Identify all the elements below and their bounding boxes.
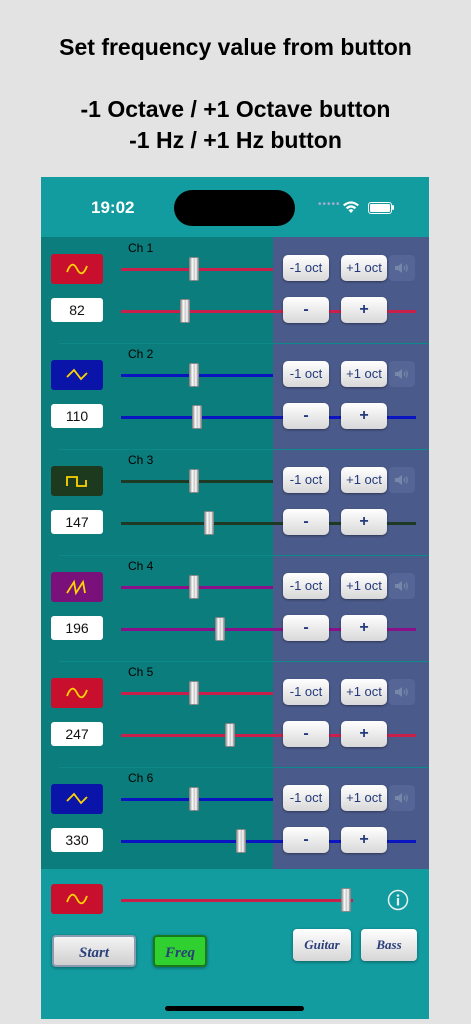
square-wave-icon bbox=[66, 476, 87, 487]
triangle-wave-icon bbox=[66, 792, 88, 805]
speaker-icon[interactable] bbox=[389, 255, 415, 281]
wave-select-button[interactable] bbox=[51, 784, 103, 814]
plus-octave-button[interactable]: +1 oct bbox=[341, 467, 387, 493]
wifi-icon bbox=[343, 201, 359, 213]
wave-select-button[interactable] bbox=[51, 678, 103, 708]
plus-octave-button[interactable]: +1 oct bbox=[341, 679, 387, 705]
minus-hz-button[interactable]: - bbox=[283, 297, 329, 323]
minus-octave-button[interactable]: -1 oct bbox=[283, 679, 329, 705]
plus-octave-button[interactable]: +1 oct bbox=[341, 785, 387, 811]
triangle-wave-icon bbox=[66, 368, 88, 381]
signal-dots-icon: ••••• bbox=[318, 199, 341, 210]
channel-row: Ch 3 147 -1 oct +1 oct - + bbox=[41, 449, 429, 555]
frequency-slider-thumb[interactable] bbox=[236, 829, 247, 853]
caption-octave: -1 Octave / +1 Octave button bbox=[80, 96, 391, 122]
bottom-bar: Start Freq Guitar Bass bbox=[41, 869, 429, 1019]
speaker-icon[interactable] bbox=[389, 679, 415, 705]
plus-hz-button[interactable]: + bbox=[341, 297, 387, 323]
plus-hz-button[interactable]: + bbox=[341, 615, 387, 641]
channel-label: Ch 5 bbox=[128, 665, 154, 679]
channel-row: Ch 4 196 -1 oct +1 oct - + bbox=[41, 555, 429, 661]
volume-slider-thumb[interactable] bbox=[188, 681, 199, 705]
sawtooth-wave-icon bbox=[66, 579, 86, 596]
minus-hz-button[interactable]: - bbox=[283, 615, 329, 641]
battery-icon bbox=[368, 202, 392, 214]
minus-hz-button[interactable]: - bbox=[283, 509, 329, 535]
home-indicator bbox=[165, 1006, 304, 1011]
freq-button[interactable]: Freq bbox=[153, 935, 207, 967]
channel-divider bbox=[59, 343, 429, 344]
speaker-icon[interactable] bbox=[389, 467, 415, 493]
frequency-slider-thumb[interactable] bbox=[214, 617, 225, 641]
frequency-field[interactable]: 247 bbox=[51, 722, 103, 746]
frequency-slider-thumb[interactable] bbox=[179, 299, 190, 323]
status-time: 19:02 bbox=[91, 198, 135, 217]
frequency-slider-thumb[interactable] bbox=[225, 723, 236, 747]
plus-hz-button[interactable]: + bbox=[341, 509, 387, 535]
channel-divider bbox=[59, 767, 429, 768]
plus-hz-button[interactable]: + bbox=[341, 403, 387, 429]
frequency-slider-thumb[interactable] bbox=[192, 405, 202, 429]
minus-octave-button[interactable]: -1 oct bbox=[283, 467, 329, 493]
frequency-field[interactable]: 147 bbox=[51, 510, 103, 534]
volume-slider-thumb[interactable] bbox=[188, 363, 199, 387]
wave-select-button[interactable] bbox=[51, 466, 103, 496]
wave-select-button[interactable] bbox=[51, 254, 103, 284]
sine-wave-icon bbox=[66, 893, 88, 905]
plus-hz-button[interactable]: + bbox=[341, 827, 387, 853]
frequency-field[interactable]: 82 bbox=[51, 298, 103, 322]
frequency-field[interactable]: 330 bbox=[51, 828, 103, 852]
minus-octave-button[interactable]: -1 oct bbox=[283, 255, 329, 281]
guitar-button[interactable]: Guitar bbox=[293, 929, 351, 961]
status-bar: 19:02 ••••• bbox=[41, 177, 429, 237]
master-slider-thumb[interactable] bbox=[341, 888, 352, 912]
volume-slider-thumb[interactable] bbox=[188, 787, 199, 811]
sine-wave-icon bbox=[66, 263, 88, 275]
wave-select-button[interactable] bbox=[51, 360, 103, 390]
master-slider-track[interactable] bbox=[121, 899, 353, 902]
minus-octave-button[interactable]: -1 oct bbox=[283, 785, 329, 811]
sine-wave-icon bbox=[66, 687, 88, 699]
bass-button[interactable]: Bass bbox=[361, 929, 417, 961]
speaker-icon[interactable] bbox=[389, 785, 415, 811]
minus-octave-button[interactable]: -1 oct bbox=[283, 361, 329, 387]
caption-hz: -1 Hz / +1 Hz button bbox=[129, 127, 342, 153]
battery-tip bbox=[392, 205, 394, 210]
volume-slider-thumb[interactable] bbox=[188, 257, 199, 281]
channel-divider bbox=[59, 555, 429, 556]
caption-title: Set frequency value from button bbox=[59, 34, 412, 60]
minus-hz-button[interactable]: - bbox=[283, 403, 329, 429]
wave-select-button[interactable] bbox=[51, 572, 103, 602]
plus-octave-button[interactable]: +1 oct bbox=[341, 255, 387, 281]
frequency-field[interactable]: 196 bbox=[51, 616, 103, 640]
speaker-icon[interactable] bbox=[389, 573, 415, 599]
channel-row: Ch 1 82 -1 oct +1 oct - + bbox=[41, 237, 429, 343]
minus-hz-button[interactable]: - bbox=[283, 827, 329, 853]
dynamic-island bbox=[174, 190, 295, 226]
volume-slider-thumb[interactable] bbox=[188, 575, 199, 599]
channel-row: Ch 5 247 -1 oct +1 oct - + bbox=[41, 661, 429, 767]
plus-octave-button[interactable]: +1 oct bbox=[341, 573, 387, 599]
info-icon[interactable] bbox=[387, 889, 409, 911]
channel-label: Ch 6 bbox=[128, 771, 154, 785]
channel-row: Ch 6 330 -1 oct +1 oct - + bbox=[41, 767, 429, 873]
minus-hz-button[interactable]: - bbox=[283, 721, 329, 747]
frequency-field[interactable]: 110 bbox=[51, 404, 103, 428]
channel-label: Ch 1 bbox=[128, 241, 154, 255]
frequency-slider-thumb[interactable] bbox=[204, 511, 215, 535]
volume-slider-thumb[interactable] bbox=[188, 469, 199, 493]
phone-screen: 19:02 ••••• Ch 1 82 -1 oct +1 oct - + Ch 2 110-… bbox=[41, 177, 429, 1019]
plus-hz-button[interactable]: + bbox=[341, 721, 387, 747]
channel-label: Ch 4 bbox=[128, 559, 154, 573]
minus-octave-button[interactable]: -1 oct bbox=[283, 573, 329, 599]
start-button[interactable]: Start bbox=[52, 935, 136, 967]
speaker-icon[interactable] bbox=[389, 361, 415, 387]
master-wave-button[interactable] bbox=[51, 884, 103, 914]
channel-label: Ch 3 bbox=[128, 453, 154, 467]
channel-divider bbox=[59, 661, 429, 662]
plus-octave-button[interactable]: +1 oct bbox=[341, 361, 387, 387]
channel-label: Ch 2 bbox=[128, 347, 154, 361]
channel-row: Ch 2 110 -1 oct +1 oct - + bbox=[41, 343, 429, 449]
channel-divider bbox=[59, 449, 429, 450]
